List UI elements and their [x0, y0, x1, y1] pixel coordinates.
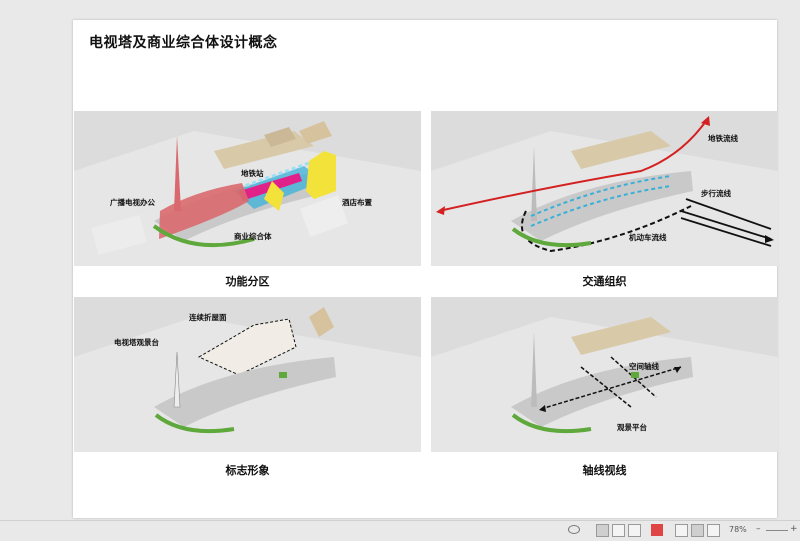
label-viewing-platform: 观景平台: [617, 423, 647, 432]
panel-landmark-image: 连续折屋面 电视塔观景台: [74, 297, 421, 452]
fit-page-button[interactable]: [691, 524, 704, 537]
view-single-page-button[interactable]: [596, 524, 609, 537]
panel-traffic-organization: 地铁流线 步行流线 机动车流线: [431, 111, 778, 266]
page-title: 电视塔及商业综合体设计概念: [89, 35, 278, 51]
zoom-in-button[interactable]: +: [790, 524, 798, 534]
document-page: 电视塔及商业综合体设计概念 广播电视办公 地铁站 商业综合体 酒店布置 功能分区: [73, 20, 778, 518]
status-bar: 78% – +: [0, 520, 800, 541]
label-tower-observation-deck: 电视塔观景台: [114, 338, 159, 347]
label-metro-station: 地铁站: [241, 169, 264, 178]
zoom-out-button[interactable]: –: [756, 524, 761, 534]
caption-landmark-image: 标志形象: [225, 464, 270, 477]
axis-diagram: [431, 297, 778, 452]
panel-axis-sightline: 空间轴线 观景平台: [431, 297, 778, 452]
label-spatial-axis: 空间轴线: [629, 362, 659, 371]
eye-icon[interactable]: [568, 525, 580, 534]
zoom-slider[interactable]: [766, 530, 788, 531]
play-icon[interactable]: [651, 524, 663, 536]
label-vehicle-flow: 机动车流线: [629, 233, 667, 242]
view-two-page-button[interactable]: [612, 524, 625, 537]
caption-axis-sightline: 轴线视线: [582, 464, 627, 477]
zoning-diagram: [74, 111, 421, 266]
label-hotel-layout: 酒店布置: [342, 198, 372, 207]
zoom-level: 78%: [729, 525, 747, 534]
label-pedestrian-flow: 步行流线: [701, 189, 731, 198]
label-commercial-complex: 商业综合体: [234, 232, 272, 241]
label-broadcast-office: 广播电视办公: [110, 198, 155, 207]
view-continuous-button[interactable]: [628, 524, 641, 537]
landmark-diagram: [74, 297, 421, 452]
panel-functional-zoning: 广播电视办公 地铁站 商业综合体 酒店布置: [74, 111, 421, 266]
caption-traffic-organization: 交通组织: [582, 275, 627, 288]
caption-functional-zoning: 功能分区: [225, 275, 270, 288]
label-continuous-folded-roof: 连续折屋面: [189, 313, 227, 322]
label-metro-flow: 地铁流线: [708, 134, 738, 143]
fit-width-button[interactable]: [675, 524, 688, 537]
actual-size-button[interactable]: [707, 524, 720, 537]
